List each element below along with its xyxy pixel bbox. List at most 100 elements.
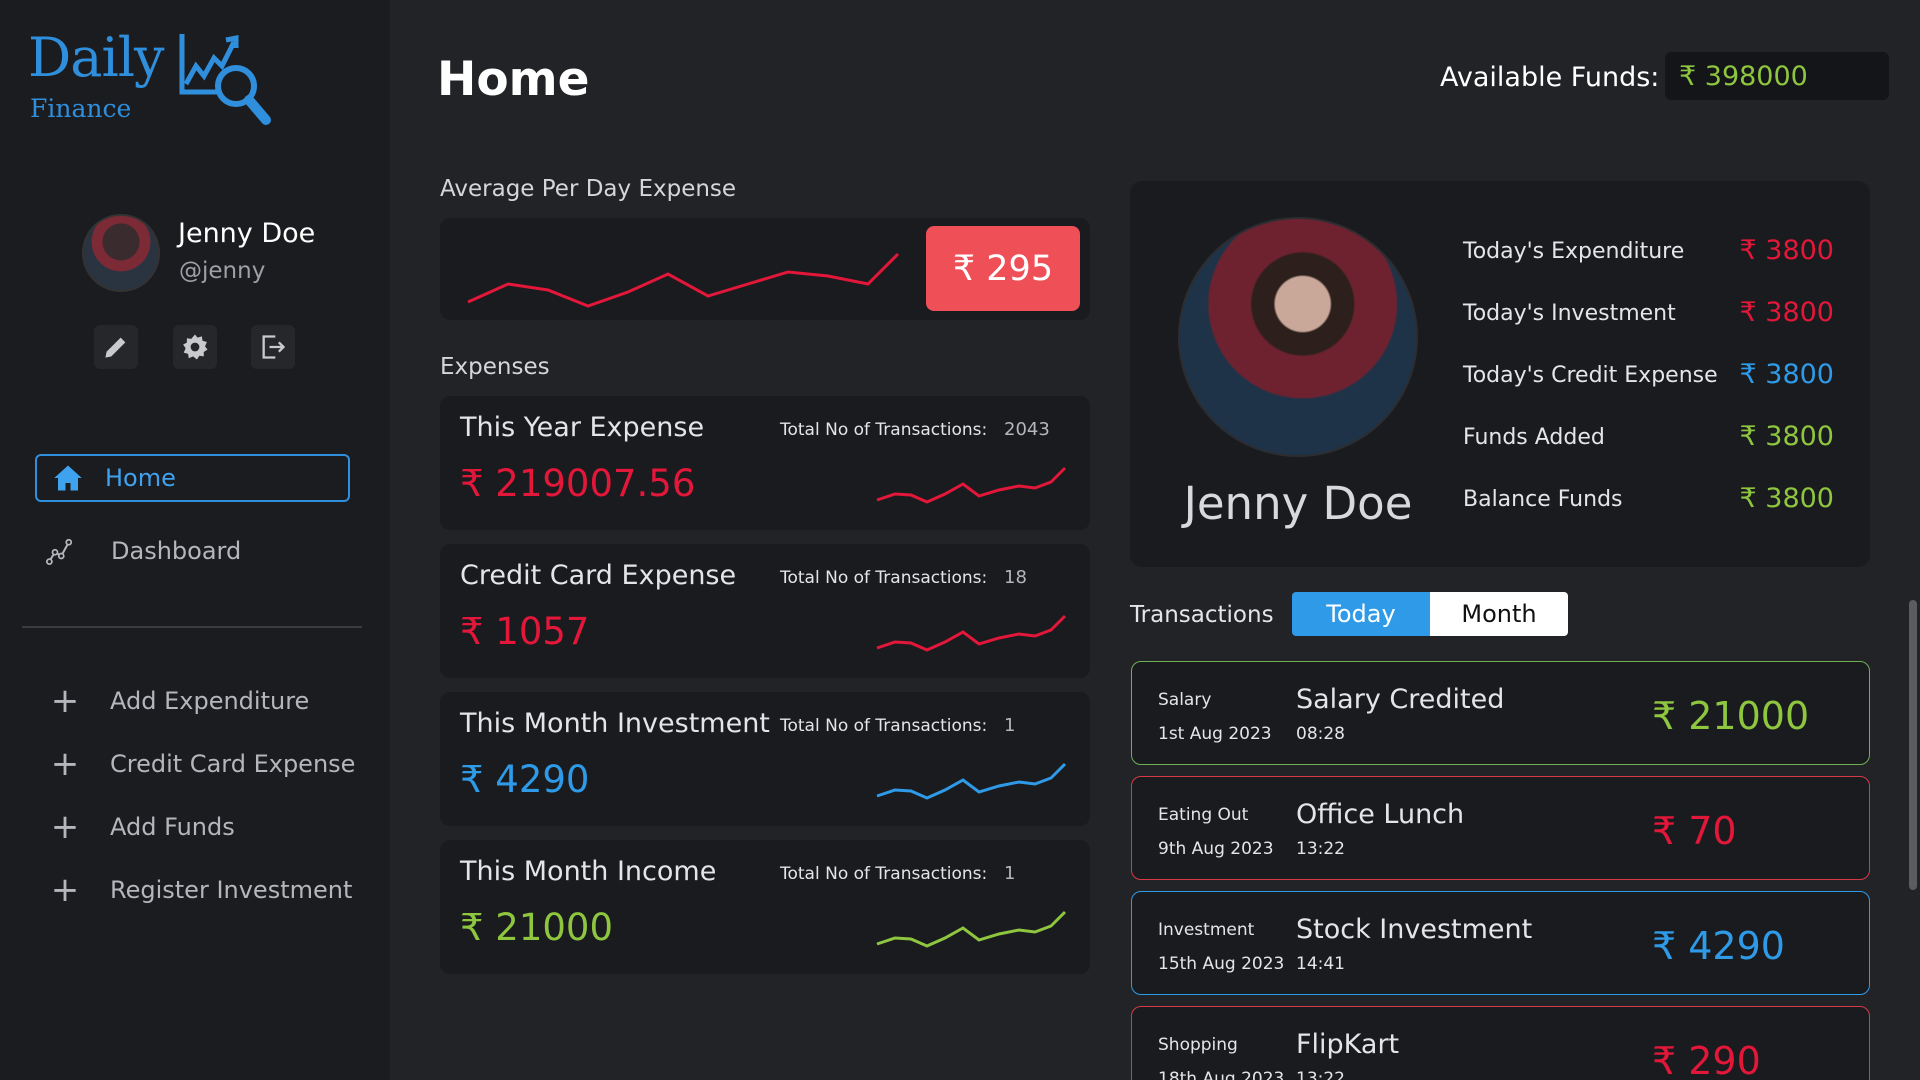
expense-card-title: Credit Card Expense xyxy=(460,560,737,591)
page-title: Home xyxy=(437,52,590,107)
stat-value: ₹ 3800 xyxy=(1739,359,1834,390)
graph-icon xyxy=(46,538,73,565)
avg-expense-label: Average Per Day Expense xyxy=(440,176,737,202)
expense-card-income[interactable]: This Month Income Total No of Transactio… xyxy=(440,840,1090,974)
transaction-date: 1st Aug 2023 xyxy=(1158,724,1272,744)
transactions-count: 1 xyxy=(1004,715,1016,736)
transaction-category: Eating Out xyxy=(1158,805,1249,825)
transactions-count: 2043 xyxy=(1004,419,1050,440)
income-sparkline xyxy=(876,910,1067,948)
tab-month[interactable]: Month xyxy=(1430,592,1568,636)
transaction-card[interactable]: Shopping 18th Aug 2023 FlipKart 13:22 ₹ … xyxy=(1131,1006,1870,1080)
transaction-category: Investment xyxy=(1158,920,1255,940)
profile-name: Jenny Doe xyxy=(178,218,316,249)
transaction-category: Shopping xyxy=(1158,1035,1238,1055)
pencil-icon xyxy=(105,337,126,358)
expense-card-year[interactable]: This Year Expense Total No of Transactio… xyxy=(440,396,1090,530)
page-scrollbar[interactable] xyxy=(1909,600,1917,890)
stat-value: ₹ 3800 xyxy=(1739,235,1834,266)
expense-sparkline xyxy=(876,466,1067,504)
transaction-card[interactable]: Eating Out 9th Aug 2023 Office Lunch 13:… xyxy=(1131,776,1870,880)
transaction-date: 18th Aug 2023 xyxy=(1158,1069,1285,1080)
stat-value: ₹ 3800 xyxy=(1739,421,1834,452)
expense-card-credit[interactable]: Credit Card Expense Total No of Transact… xyxy=(440,544,1090,678)
action-label: Register Investment xyxy=(110,876,353,904)
transactions-count-label: Total No of Transactions: xyxy=(780,420,988,440)
investment-sparkline xyxy=(876,762,1067,800)
expense-sparkline xyxy=(876,614,1067,652)
avg-expense-card: ₹ 295 xyxy=(440,218,1090,320)
stat-label: Balance Funds xyxy=(1463,487,1623,512)
expense-card-value: ₹ 219007.56 xyxy=(460,462,696,505)
edit-button[interactable] xyxy=(94,325,138,369)
transaction-date: 9th Aug 2023 xyxy=(1158,839,1274,859)
add-funds-button[interactable]: + Add Funds xyxy=(50,810,235,844)
plus-icon: + xyxy=(50,807,80,847)
plus-icon: + xyxy=(50,744,80,784)
expense-card-value: ₹ 21000 xyxy=(460,906,614,949)
plus-icon: + xyxy=(50,681,80,721)
credit-card-expense-button[interactable]: + Credit Card Expense xyxy=(50,744,356,784)
transaction-amount: ₹ 21000 xyxy=(1652,694,1810,738)
stat-label: Funds Added xyxy=(1463,425,1605,450)
transactions-label: Transactions xyxy=(1130,602,1274,628)
stat-value: ₹ 3800 xyxy=(1739,483,1834,514)
transaction-card[interactable]: Salary 1st Aug 2023 Salary Credited 08:2… xyxy=(1131,661,1870,765)
transaction-name: Office Lunch xyxy=(1296,799,1465,830)
transaction-time: 13:22 xyxy=(1296,1069,1345,1080)
profile-handle: @jenny xyxy=(179,258,266,284)
transaction-amount: ₹ 70 xyxy=(1652,809,1737,853)
transaction-amount: ₹ 4290 xyxy=(1652,924,1785,968)
transactions-count-label: Total No of Transactions: xyxy=(780,864,988,884)
transaction-name: FlipKart xyxy=(1296,1029,1400,1060)
transaction-category: Salary xyxy=(1158,690,1212,710)
transactions-count-label: Total No of Transactions: xyxy=(780,716,988,736)
settings-button[interactable] xyxy=(173,325,217,369)
action-label: Credit Card Expense xyxy=(110,750,356,778)
avatar[interactable] xyxy=(82,214,160,292)
sidebar-item-label: Home xyxy=(105,464,176,492)
expense-card-value: ₹ 4290 xyxy=(460,758,590,801)
sidebar-divider xyxy=(22,626,362,628)
profile-summary-card: Jenny Doe Today's Expenditure ₹ 3800 Tod… xyxy=(1130,181,1870,567)
transactions-period-toggle: Today Month xyxy=(1292,592,1568,636)
sidebar-item-dashboard[interactable]: Dashboard xyxy=(45,536,241,566)
logo-title: Daily xyxy=(28,26,165,89)
transaction-time: 08:28 xyxy=(1296,724,1345,744)
gear-icon xyxy=(183,334,208,360)
sidebar: Daily Finance Jenny Doe @jenny Home Dash… xyxy=(0,0,390,1080)
avg-expense-value: ₹ 295 xyxy=(926,226,1080,311)
transaction-card[interactable]: Investment 15th Aug 2023 Stock Investmen… xyxy=(1131,891,1870,995)
logout-button[interactable] xyxy=(251,325,295,369)
transaction-time: 14:41 xyxy=(1296,954,1345,974)
stat-label: Today's Credit Expense xyxy=(1463,363,1718,388)
stat-value: ₹ 3800 xyxy=(1739,297,1834,328)
transaction-amount: ₹ 290 xyxy=(1652,1039,1761,1080)
transaction-date: 15th Aug 2023 xyxy=(1158,954,1285,974)
stat-label: Today's Investment xyxy=(1463,301,1676,326)
transaction-name: Stock Investment xyxy=(1296,914,1533,945)
action-label: Add Funds xyxy=(110,813,235,841)
logo-subtitle: Finance xyxy=(30,94,132,123)
transaction-name: Salary Credited xyxy=(1296,684,1505,715)
home-icon xyxy=(54,465,82,491)
sidebar-item-home[interactable]: Home xyxy=(35,454,350,502)
register-investment-button[interactable]: + Register Investment xyxy=(50,873,353,907)
expense-card-investment[interactable]: This Month Investment Total No of Transa… xyxy=(440,692,1090,826)
transactions-count-label: Total No of Transactions: xyxy=(780,568,988,588)
stat-label: Today's Expenditure xyxy=(1463,239,1685,264)
expense-card-title: This Year Expense xyxy=(460,412,705,443)
transactions-count: 18 xyxy=(1004,567,1027,588)
transactions-count: 1 xyxy=(1004,863,1016,884)
profile-card-name: Jenny Doe xyxy=(1183,477,1413,530)
profile-photo xyxy=(1178,217,1418,457)
sidebar-item-label: Dashboard xyxy=(111,537,242,565)
tab-today[interactable]: Today xyxy=(1292,592,1430,636)
avg-expense-sparkline xyxy=(467,252,900,308)
action-label: Add Expenditure xyxy=(110,687,310,715)
expense-card-title: This Month Income xyxy=(460,856,717,887)
add-expenditure-button[interactable]: + Add Expenditure xyxy=(50,681,310,721)
expense-card-value: ₹ 1057 xyxy=(460,610,590,653)
chart-magnifier-icon xyxy=(179,34,271,125)
expense-card-title: This Month Investment xyxy=(460,708,770,739)
